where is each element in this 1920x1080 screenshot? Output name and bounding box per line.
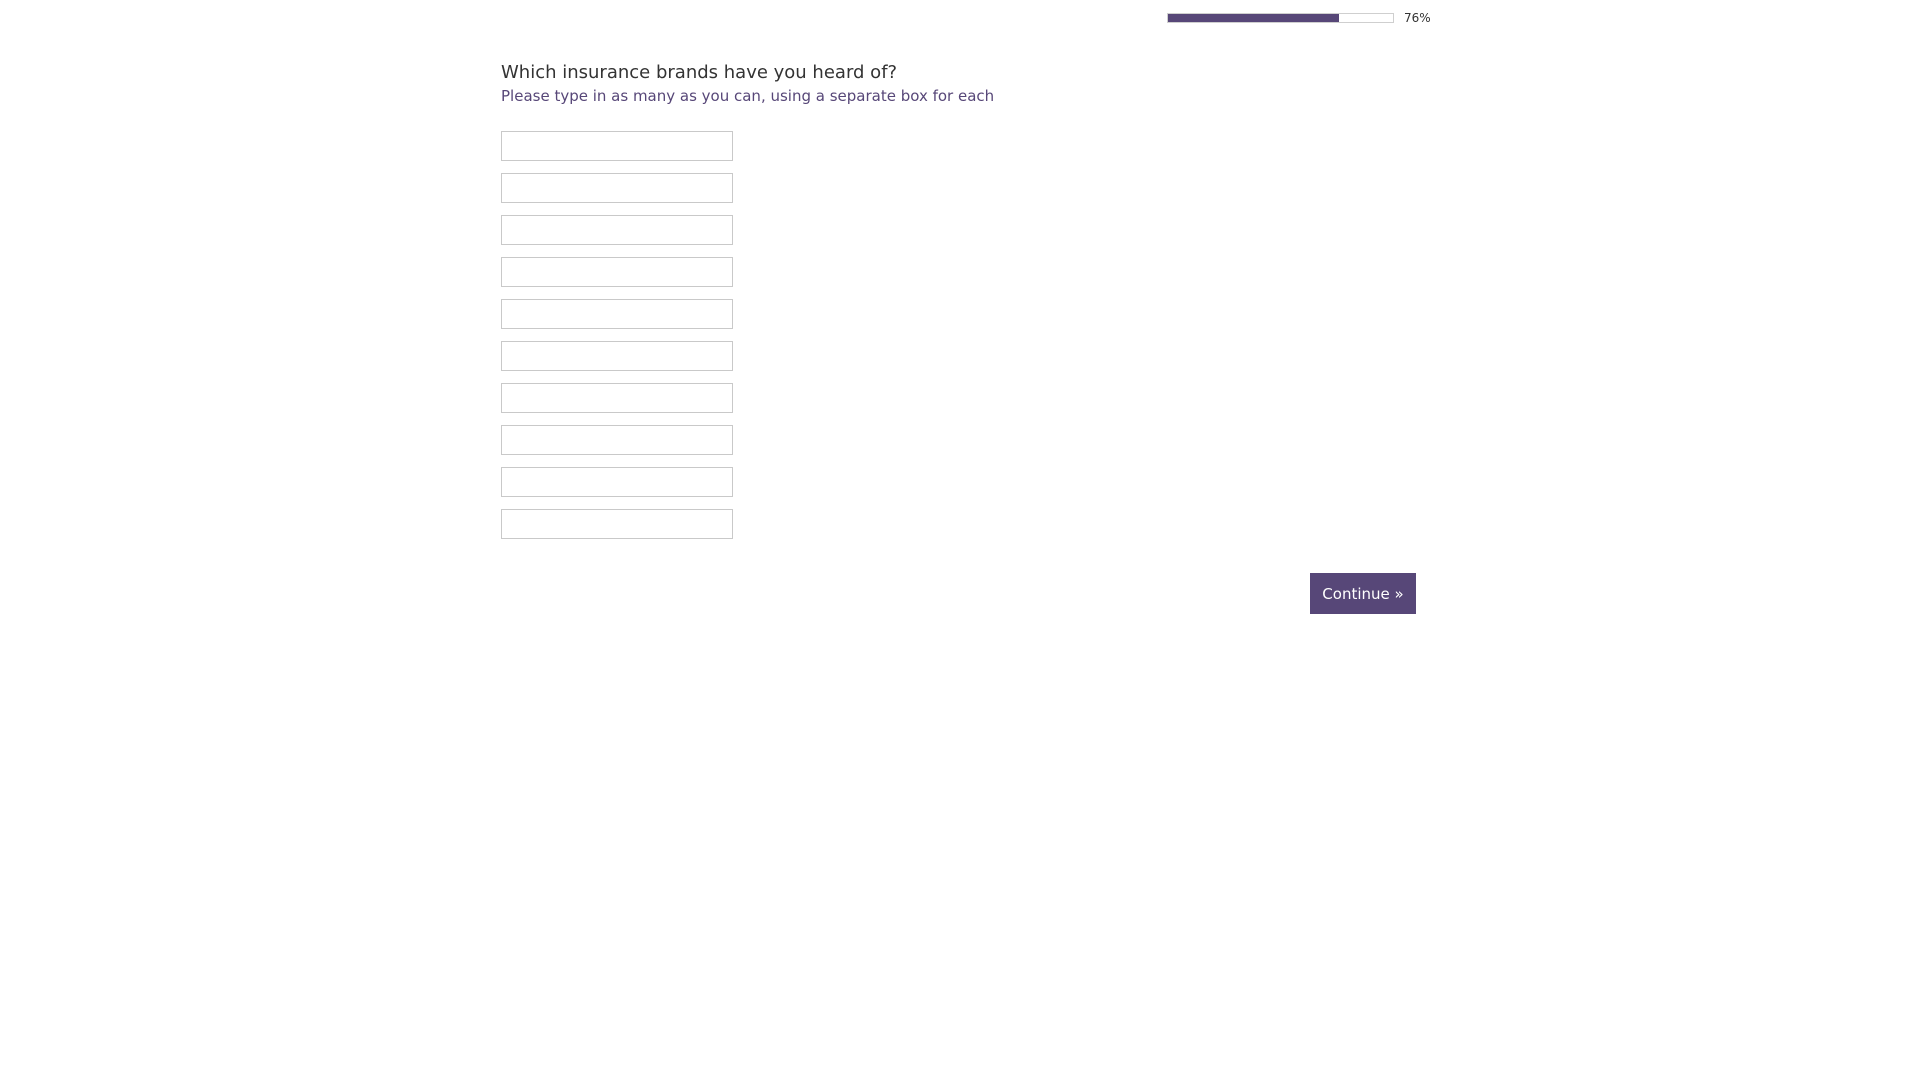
brand-answer-input-6[interactable] — [501, 341, 733, 371]
question-instructions: Please type in as many as you can, using… — [501, 87, 995, 105]
brand-answer-input-1[interactable] — [501, 131, 733, 161]
brand-answer-input-4[interactable] — [501, 257, 733, 287]
brand-answer-input-8[interactable] — [501, 425, 733, 455]
brand-answer-input-3[interactable] — [501, 215, 733, 245]
answer-list — [501, 131, 733, 551]
brand-answer-input-10[interactable] — [501, 509, 733, 539]
continue-button[interactable]: Continue » — [1310, 573, 1416, 614]
progress-bar — [1167, 13, 1394, 23]
survey-page: 76% Which insurance brands have you hear… — [0, 0, 1920, 1080]
brand-answer-input-9[interactable] — [501, 467, 733, 497]
brand-answer-input-7[interactable] — [501, 383, 733, 413]
brand-answer-input-2[interactable] — [501, 173, 733, 203]
progress-indicator: 76% — [1167, 11, 1431, 25]
progress-percent: 76% — [1404, 11, 1431, 25]
brand-answer-input-5[interactable] — [501, 299, 733, 329]
progress-bar-fill — [1168, 14, 1339, 22]
question-title: Which insurance brands have you heard of… — [501, 62, 898, 83]
question-header: Which insurance brands have you heard of… — [501, 60, 994, 106]
